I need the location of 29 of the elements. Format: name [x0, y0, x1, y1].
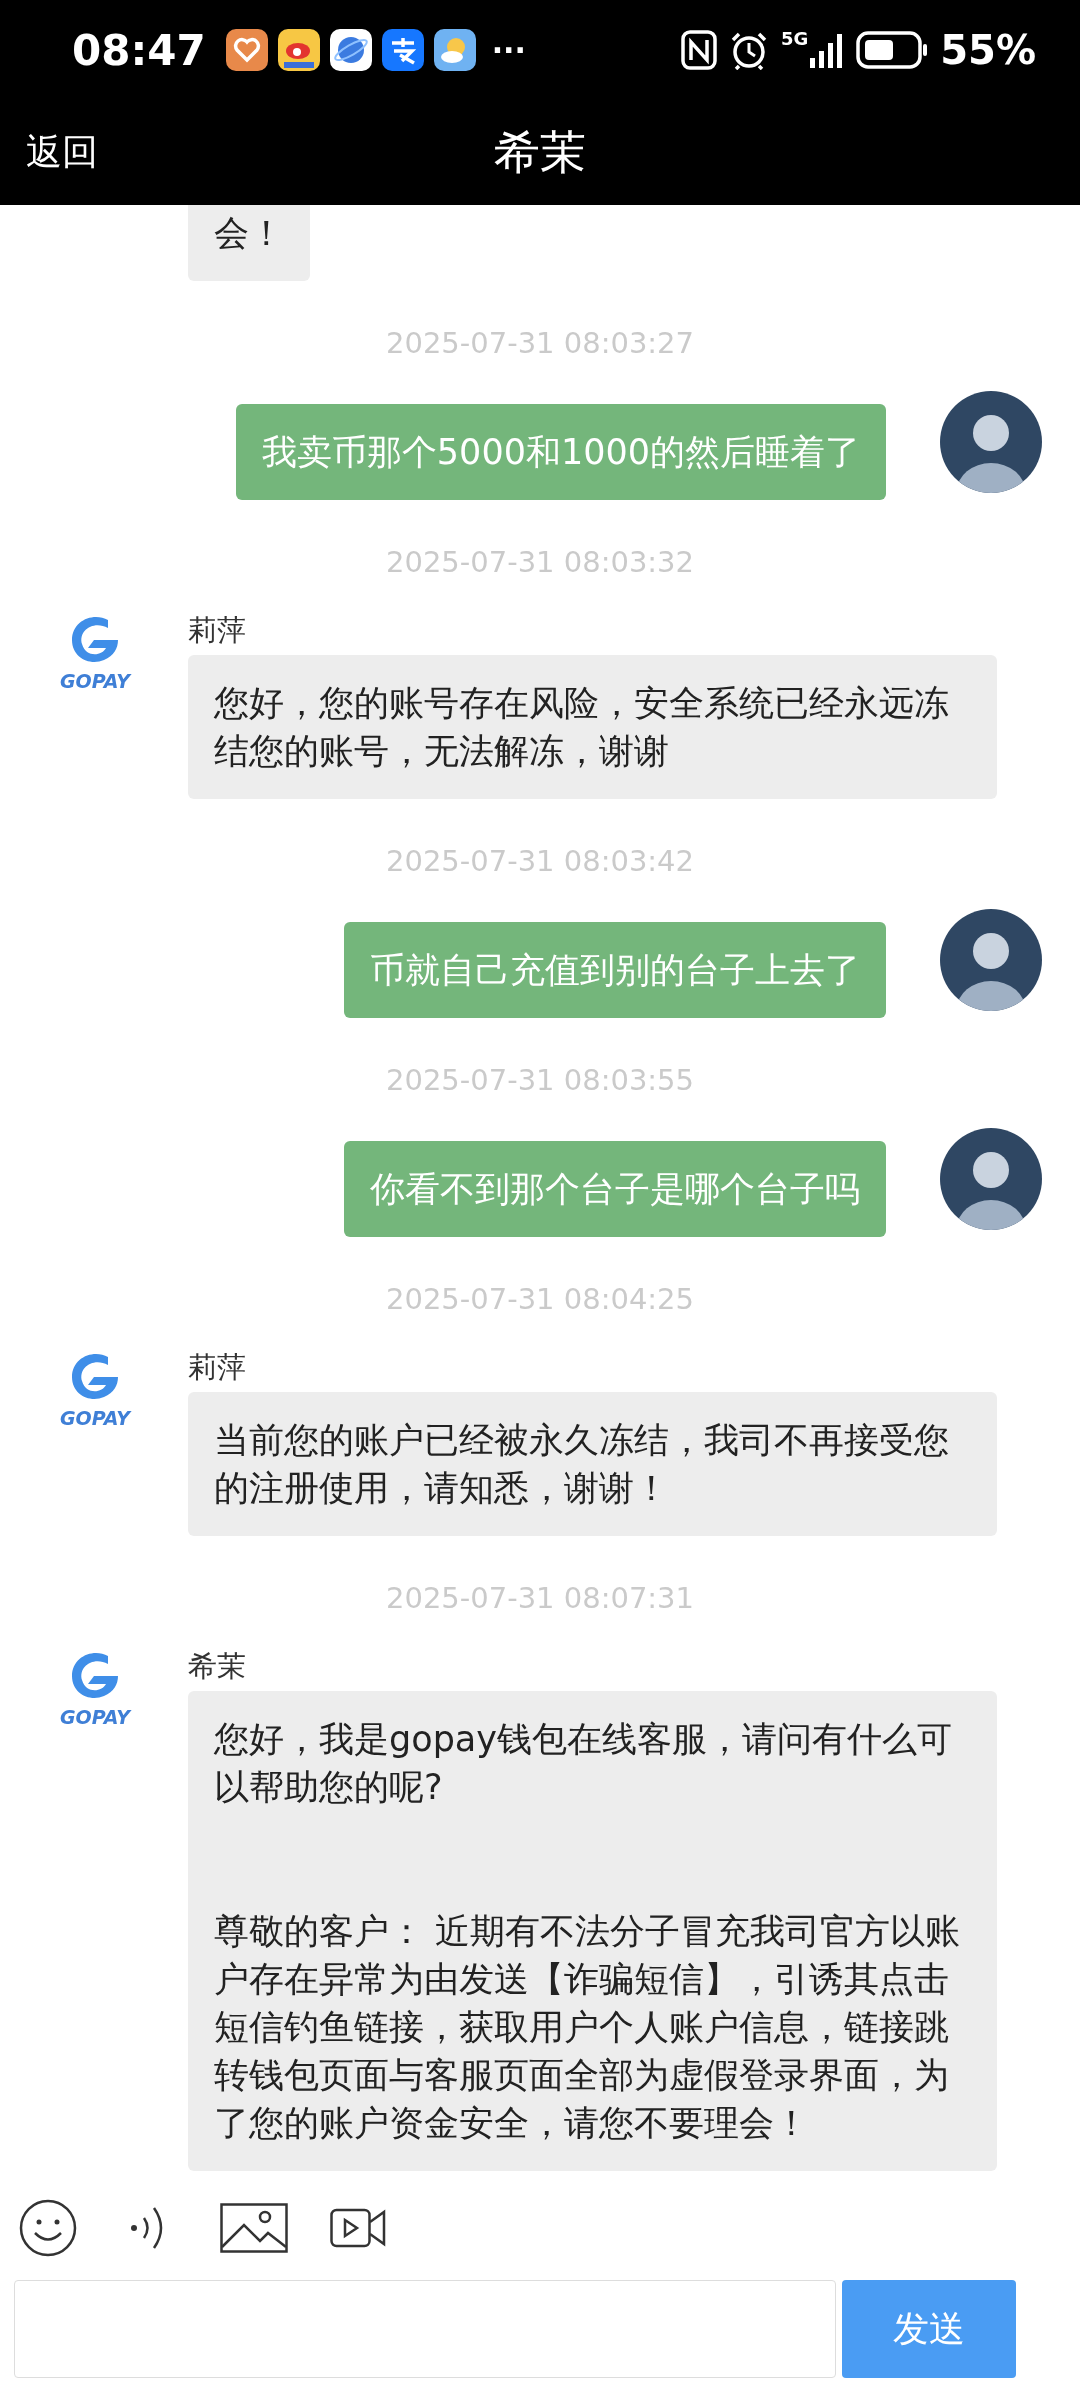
logo-text: GOPAY	[59, 1407, 131, 1429]
sender-name: 莉萍	[188, 612, 246, 649]
wallet-app-icon	[381, 29, 424, 71]
network-type: 5G	[780, 30, 809, 48]
logo-text: GOPAY	[59, 1706, 131, 1728]
message-bubble: 我卖币那个5000和1000的然后睡着了	[235, 404, 886, 500]
battery-icon	[856, 31, 929, 69]
clock: 08:47	[72, 25, 206, 75]
weather-icon	[433, 29, 476, 71]
message-bubble: 币就自己充值到别的台子上去了	[344, 922, 886, 1018]
battery-percent: 55%	[940, 27, 1036, 73]
message-bubble: 会！	[188, 205, 310, 281]
back-link[interactable]: 返回	[26, 128, 494, 177]
logo-text: GOPAY	[59, 670, 131, 692]
sender-name: 莉萍	[188, 1349, 246, 1386]
message-bubble: 您好，您的账号存在风险，安全系统已经永远冻结您的账号，无法解冻，谢谢	[188, 655, 997, 799]
message-input[interactable]	[14, 2280, 836, 2378]
chat-title: 希茉	[494, 123, 586, 181]
more-notifications: ···	[491, 32, 526, 68]
message-bubble: 你看不到那个台子是哪个台子吗	[344, 1141, 886, 1237]
message-bubble: 当前您的账户已经被永久冻结，我司不再接受您的注册使用，请知悉，谢谢！	[188, 1392, 997, 1536]
emoji-button[interactable]	[18, 2197, 78, 2258]
planet-icon	[329, 29, 372, 71]
nfc-icon	[680, 30, 717, 70]
sender-name: 希茉	[188, 1648, 246, 1685]
heart-app-icon	[225, 29, 268, 71]
message-bubble: 您好，我是gopay钱包在线客服，请问有什么可以帮助您的呢? 尊敬的客户： 近期有不法分子冒充我司官方以账户存在异常为由发送【诈骗短信】，引诱其点击短信钓鱼链接，获取用户个人账户信息，链接跳转钱包页面与客服页面全部为虚假登录界面，为了您的账户资金安全，请您不要理会！	[188, 1691, 997, 2171]
image-button[interactable]	[220, 2202, 288, 2253]
swirl-app-icon	[277, 29, 320, 71]
